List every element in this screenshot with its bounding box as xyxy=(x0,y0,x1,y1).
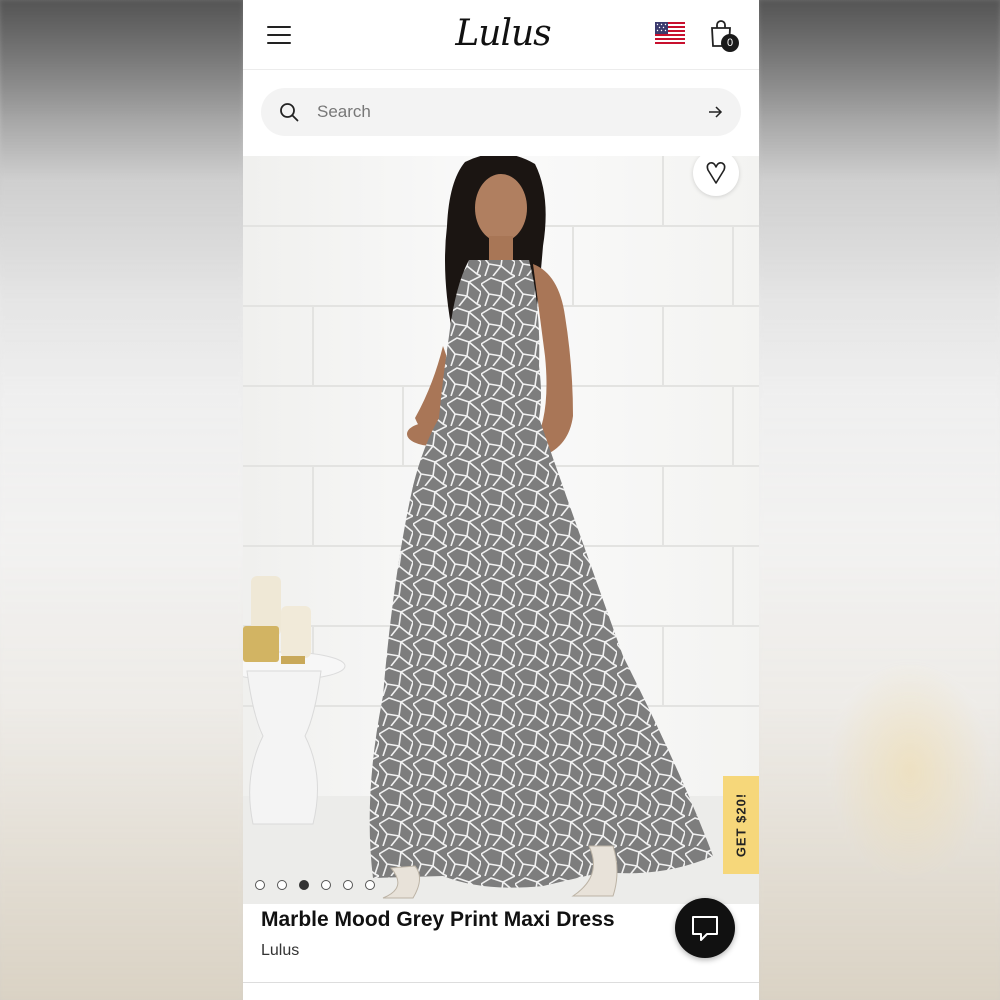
carousel-dot[interactable] xyxy=(343,880,353,890)
heart-icon[interactable] xyxy=(693,156,739,196)
lulus-logo[interactable]: Lulus xyxy=(453,12,553,56)
mobile-page: Lulus 0 Search GET $20! Marble Mood Grey… xyxy=(243,0,759,1000)
carousel-dot[interactable] xyxy=(321,880,331,890)
search-bar[interactable] xyxy=(261,88,741,136)
arrow-right-icon[interactable] xyxy=(707,104,723,120)
background-blur-right xyxy=(759,0,1000,1000)
cart-count-badge: 0 xyxy=(721,34,739,52)
image-carousel-dots xyxy=(255,880,375,892)
carousel-dot[interactable] xyxy=(277,880,287,890)
promo-label: GET $20! xyxy=(733,792,749,858)
search-icon xyxy=(280,103,299,122)
shopping-bag-icon[interactable]: 0 xyxy=(709,20,739,52)
get-20-promo-tab[interactable]: GET $20! xyxy=(723,776,759,874)
model-in-maxi-dress-photo xyxy=(243,156,759,904)
carousel-dot[interactable] xyxy=(255,880,265,890)
us-flag-icon[interactable] xyxy=(655,22,685,44)
hamburger-menu-icon[interactable] xyxy=(267,26,291,46)
chat-bubble-icon[interactable] xyxy=(675,898,735,958)
carousel-dot-active[interactable] xyxy=(299,880,309,890)
background-blur-left xyxy=(0,0,243,1000)
carousel-dot[interactable] xyxy=(365,880,375,890)
product-main-image[interactable]: GET $20! xyxy=(243,156,759,904)
site-header: Lulus 0 xyxy=(243,0,759,70)
search-input[interactable] xyxy=(317,88,687,136)
divider xyxy=(243,982,759,983)
product-brand: Lulus xyxy=(261,942,300,959)
product-title[interactable]: Marble Mood Grey Print Maxi Dress xyxy=(261,908,661,932)
